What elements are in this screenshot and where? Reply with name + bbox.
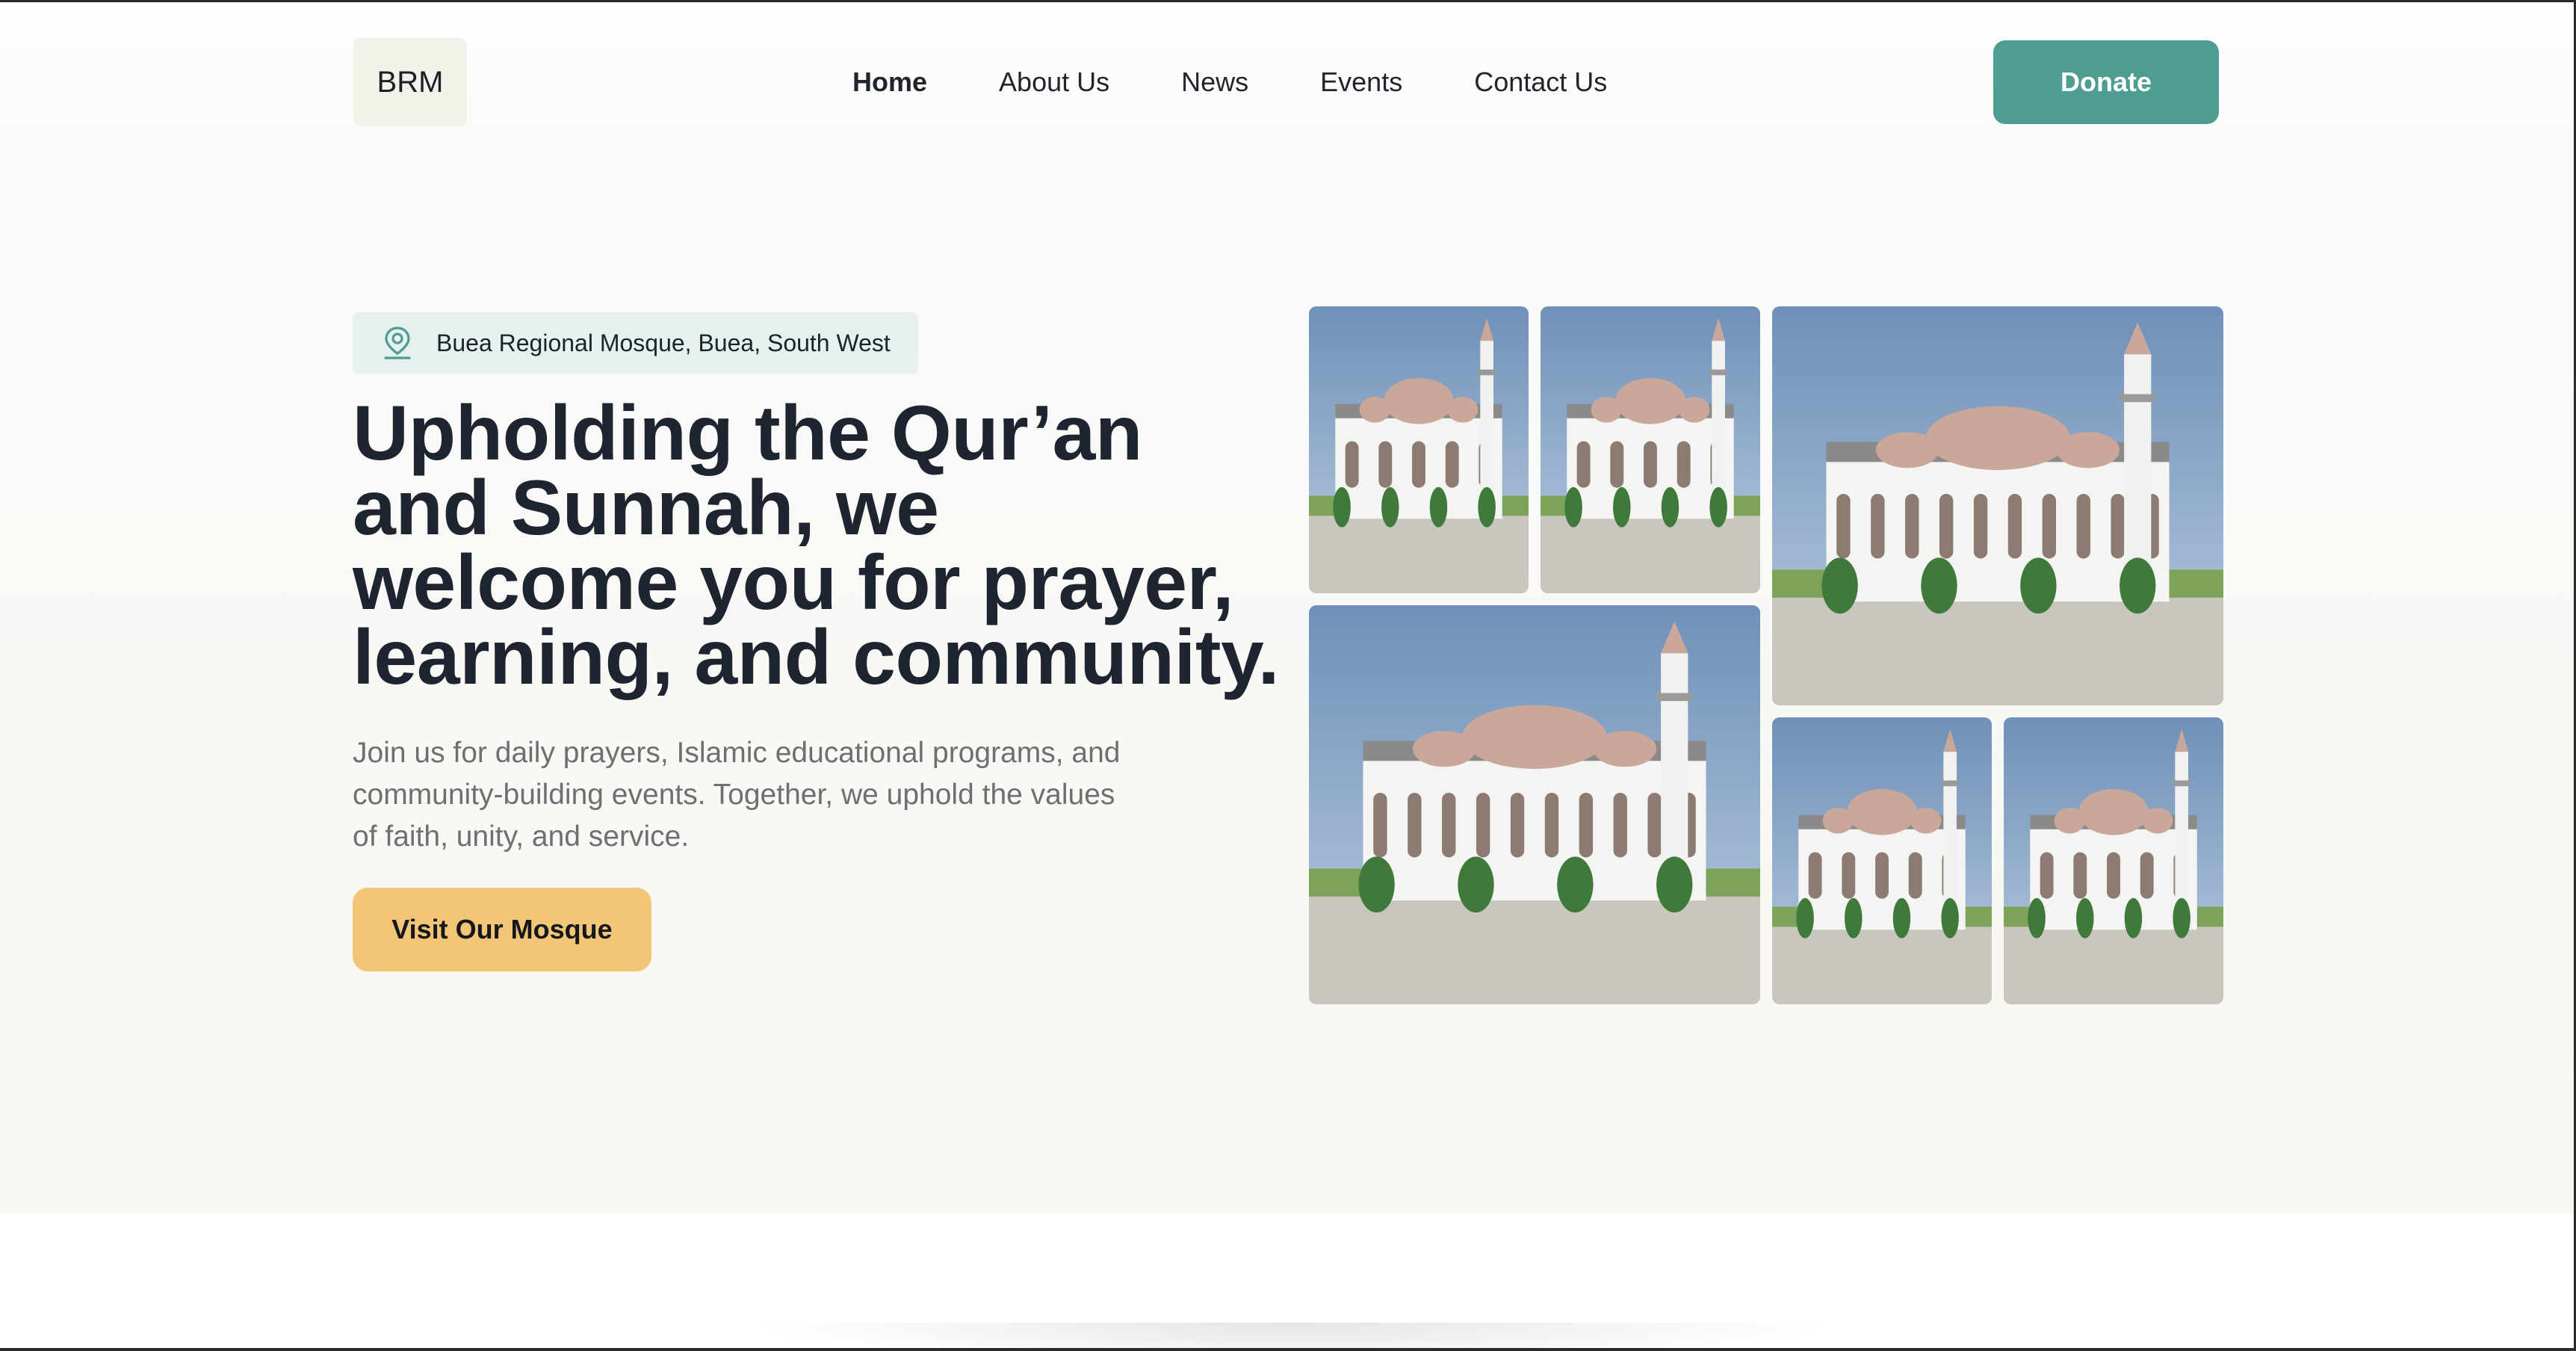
map-pin-icon [384,327,411,359]
location-text: Buea Regional Mosque, Buea, South West [436,329,891,356]
gallery-image-1[interactable] [1309,306,1529,593]
hero-headline: Upholding the Qur’an and Sunnah, we welc… [353,390,1280,701]
section-shadow [747,1323,1838,1351]
hero-description: Join us for daily prayers, Islamic educa… [353,737,1121,853]
site-logo[interactable]: BRM [353,38,467,126]
gallery-image-6[interactable] [2004,717,2223,1004]
nav-home[interactable]: Home [852,67,927,98]
nav-contact-us[interactable]: Contact Us [1474,67,1607,98]
gallery-image-2[interactable] [1541,306,1760,593]
location-badge: Buea Regional Mosque, Buea, South West [353,312,918,374]
donate-button[interactable]: Donate [1993,40,2219,124]
nav-news[interactable]: News [1181,67,1248,98]
gallery-image-3[interactable] [1772,306,2223,705]
nav-events[interactable]: Events [1320,67,1402,98]
main-nav: Home About Us News Events Contact Us [852,64,1607,100]
gallery-image-5[interactable] [1772,717,1992,1004]
nav-about-us[interactable]: About Us [999,67,1109,98]
window-frame-top [0,0,2576,2]
visit-mosque-button[interactable]: Visit Our Mosque [353,888,651,971]
gallery-image-4[interactable] [1309,605,1760,1004]
